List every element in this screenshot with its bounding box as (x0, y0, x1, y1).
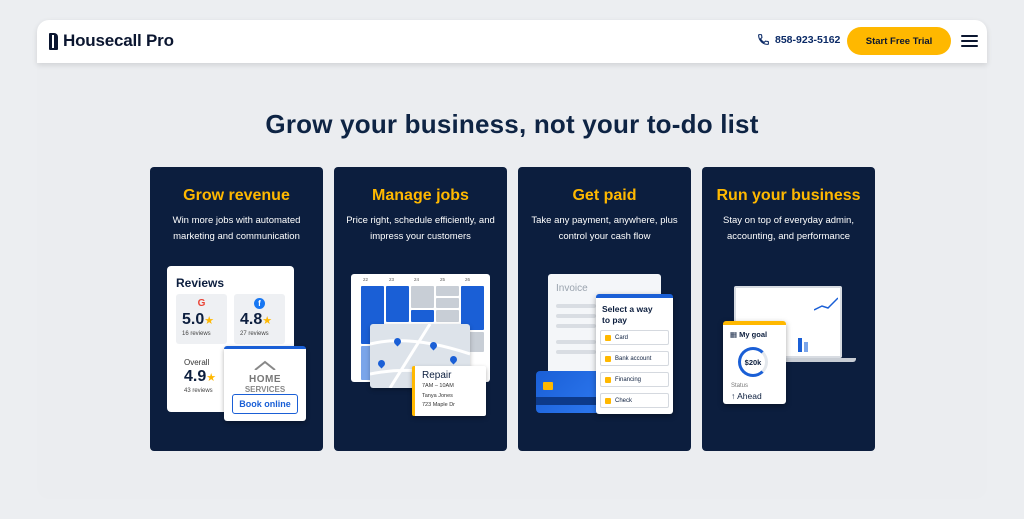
bank-icon (605, 355, 611, 362)
payment-panel-title: Select a way to pay (602, 304, 653, 325)
goal-status-label: Status (731, 383, 749, 389)
facebook-score: 4.8 (240, 311, 263, 328)
card-title: Run your business (716, 187, 861, 204)
card-description: Take any payment, anywhere, plus control… (531, 215, 678, 242)
calendar-event (436, 286, 459, 296)
house-icon (254, 360, 276, 371)
calendar-event (411, 286, 434, 308)
features-section: Grow your business, not your to-do list … (37, 63, 987, 499)
overall-review-count: 43 reviews (184, 388, 213, 394)
financing-icon (605, 376, 611, 383)
trend-line-icon (814, 297, 838, 311)
calendar-event (411, 310, 434, 322)
google-review-box: G 5.0★ 16 reviews (176, 294, 227, 344)
payment-option-bank-account[interactable]: Bank account (600, 351, 669, 366)
facebook-review-count: 27 reviews (240, 331, 269, 337)
payment-method-panel: Select a way to pay Card Bank account Fi… (596, 294, 673, 414)
reviews-illustration: Reviews G 5.0★ 16 reviews f 4.8★ 27 revi… (150, 262, 323, 442)
feature-card-run-business[interactable]: Run your business Stay on top of everyda… (702, 167, 875, 451)
goal-progress-ring: $20k (738, 347, 768, 377)
home-services-line2: SERVICES (244, 385, 286, 394)
payment-option-check[interactable]: Check (600, 393, 669, 408)
card-title: Grow revenue (183, 187, 290, 204)
credit-card-icon (536, 371, 602, 413)
job-title: Repair (422, 370, 452, 381)
feature-card-grow-revenue[interactable]: Grow revenue Win more jobs with automate… (150, 167, 323, 451)
star-icon: ★ (204, 315, 215, 327)
check-icon (605, 397, 611, 404)
calendar-event (436, 310, 459, 322)
star-icon: ★ (206, 372, 217, 384)
goal-value: $20k (744, 357, 762, 367)
card-description: Price right, schedule efficiently, and i… (346, 215, 495, 242)
calendar-day: 25 (440, 277, 446, 282)
calendar-day: 24 (414, 277, 420, 282)
top-navbar: Housecall Pro 858-923-5162 Start Free Tr… (37, 20, 987, 63)
home-services-logo: HOME SERVICES (224, 357, 306, 394)
calendar-day: 23 (389, 277, 395, 282)
star-icon: ★ (262, 315, 273, 327)
schedule-illustration: 22 23 24 25 26 Repair 7AM – 10AM Tanya J… (334, 262, 507, 442)
reviews-title: Reviews (176, 276, 225, 290)
payment-option-card[interactable]: Card (600, 330, 669, 345)
card-title: Manage jobs (372, 187, 469, 204)
calendar-event (436, 298, 459, 308)
calendar-day: 26 (465, 277, 471, 282)
phone-number: 858-923-5162 (775, 33, 841, 46)
facebook-icon: f (254, 298, 265, 309)
goal-status-value: ↑ Ahead (731, 391, 762, 401)
payment-illustration: Invoice Select a way to pay Card Bank ac… (518, 262, 691, 442)
card-title: Get paid (572, 187, 637, 204)
logo-text: Housecall Pro (63, 31, 174, 50)
goal-title: ▦ My goal (730, 330, 768, 339)
overall-label: Overall (184, 358, 210, 367)
job-time: 7AM – 10AM (422, 383, 454, 389)
job-popup[interactable]: Repair 7AM – 10AM Tanya Jones 723 Maple … (412, 366, 486, 416)
calendar-header: 22 23 24 25 26 (351, 274, 490, 284)
page-headline: Grow your business, not your to-do list (265, 109, 759, 139)
job-customer: Tanya Jones (422, 393, 453, 399)
payment-option-financing[interactable]: Financing (600, 372, 669, 387)
phone-link[interactable]: 858-923-5162 (757, 33, 840, 46)
facebook-review-box: f 4.8★ 27 reviews (234, 294, 285, 344)
invoice-title: Invoice (556, 283, 588, 294)
calendar-event (386, 286, 409, 322)
phone-icon (758, 34, 769, 45)
overall-score: 4.9 (184, 368, 207, 385)
card-icon (605, 334, 611, 341)
google-score: 5.0 (182, 311, 205, 328)
logo-mark-icon (49, 32, 58, 50)
home-services-panel: HOME SERVICES Book online (224, 346, 306, 421)
job-address: 723 Maple Dr (422, 402, 456, 408)
start-free-trial-button[interactable]: Start Free Trial (847, 27, 951, 55)
hamburger-menu-icon[interactable] (961, 35, 978, 47)
housecall-pro-logo[interactable]: Housecall Pro (49, 31, 174, 51)
google-review-count: 16 reviews (182, 331, 211, 337)
book-online-button[interactable]: Book online (232, 394, 298, 414)
card-description: Stay on top of everyday admin, accountin… (723, 215, 854, 242)
home-services-line1: HOME (249, 374, 281, 385)
calendar-day: 22 (363, 277, 369, 282)
dashboard-illustration: ▦ My goal $20k Status ↑ Ahead (702, 262, 875, 442)
feature-card-manage-jobs[interactable]: Manage jobs Price right, schedule effici… (334, 167, 507, 451)
goal-card: ▦ My goal $20k Status ↑ Ahead (723, 321, 786, 404)
page-frame: Housecall Pro 858-923-5162 Start Free Tr… (0, 0, 1024, 519)
google-icon: G (197, 298, 206, 309)
card-description: Win more jobs with automated marketing a… (172, 215, 301, 242)
feature-card-get-paid[interactable]: Get paid Take any payment, anywhere, plu… (518, 167, 691, 451)
